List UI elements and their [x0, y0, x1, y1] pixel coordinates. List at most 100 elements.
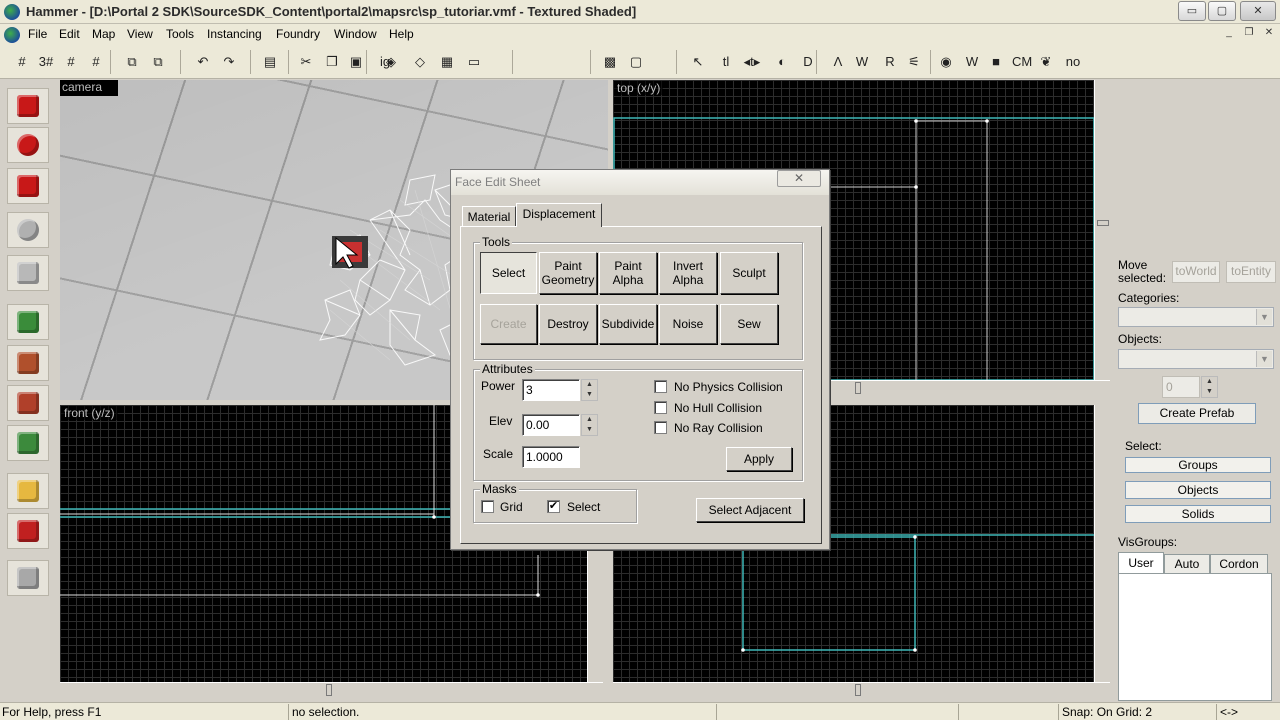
hide-items-icon[interactable]: ◈ [381, 52, 401, 72]
menu-map[interactable]: Map [92, 27, 115, 41]
create-prefab-button[interactable]: Create Prefab [1138, 403, 1256, 424]
copy-icon[interactable]: ❐ [322, 52, 342, 72]
grid-larger-icon[interactable]: # [86, 52, 106, 72]
blue-cube-icon[interactable]: ■ [986, 52, 1006, 72]
clipping-tool-button[interactable] [7, 473, 49, 509]
brush-icon[interactable]: ▭ [464, 52, 484, 72]
apply-button[interactable]: Apply [726, 447, 792, 471]
menu-edit[interactable]: Edit [59, 27, 80, 41]
grid-mask-checkbox[interactable] [481, 500, 494, 513]
cut-icon[interactable]: ✂ [296, 52, 316, 72]
menu-file[interactable]: File [28, 27, 47, 41]
document-icon[interactable] [4, 27, 20, 43]
elev-field[interactable]: 0.00 [522, 414, 580, 436]
check-problems-icon[interactable]: W [852, 52, 872, 72]
subdivide-button[interactable]: Subdivide [599, 304, 657, 344]
block-tool-button[interactable] [7, 255, 49, 291]
maximize-button[interactable]: ▢ [1208, 1, 1236, 21]
front-viewport-hscroll[interactable] [60, 682, 603, 698]
select-tool-button[interactable]: Select [480, 252, 537, 294]
side-viewport-hscroll[interactable] [613, 682, 1110, 698]
to-entity-button[interactable]: toEntity [1226, 261, 1276, 283]
scale-field[interactable]: 1.0000 [522, 446, 580, 468]
cordon-icon[interactable]: ⚟ [904, 52, 924, 72]
power-spinner[interactable]: ▲ ▼ [581, 379, 598, 401]
scale-texture-icon[interactable]: ◂t▸ [742, 52, 762, 72]
texture-lock-icon[interactable]: ▦ [437, 52, 457, 72]
invert-alpha-button[interactable]: Invert Alpha [659, 252, 717, 294]
path-tool-button[interactable] [7, 560, 49, 596]
grid-toggle-icon[interactable]: # [12, 52, 32, 72]
objects-dropdown[interactable]: ▼ [1118, 349, 1274, 369]
visgroups-tab-cordon[interactable]: Cordon [1210, 554, 1268, 574]
show-items-icon[interactable]: ◇ [410, 52, 430, 72]
decal-tool-button[interactable] [7, 385, 49, 421]
sew-button[interactable]: Sew [720, 304, 778, 344]
select-cursor-icon[interactable]: ↖ [688, 52, 708, 72]
visgroups-tab-auto[interactable]: Auto [1164, 554, 1210, 574]
paint-geometry-button[interactable]: Paint Geometry [539, 252, 597, 294]
paste-icon[interactable]: ▣ [346, 52, 366, 72]
elev-spinner[interactable]: ▲ ▼ [581, 414, 598, 436]
create-button[interactable]: Create [480, 304, 537, 344]
flip-icon[interactable]: ◐ [772, 52, 792, 72]
helpers-toggle-icon[interactable]: ▩ [600, 52, 620, 72]
wireframe-icon[interactable]: W [962, 52, 982, 72]
menu-instancing[interactable]: Instancing [207, 27, 262, 41]
undo-icon[interactable]: ↶ [193, 52, 213, 72]
sphere-icon[interactable]: ◉ [936, 52, 956, 72]
cm-text-icon[interactable]: CM [1012, 52, 1032, 72]
grid-smaller-icon[interactable]: # [61, 52, 81, 72]
no-hull-collision-checkbox[interactable] [654, 401, 667, 414]
texture-application-button[interactable] [7, 304, 49, 340]
menu-window[interactable]: Window [334, 27, 377, 41]
prefab-count-spinner[interactable]: ▲ ▼ [1201, 376, 1218, 398]
minimize-button[interactable]: ▭ [1178, 1, 1206, 21]
select-mask-checkbox[interactable]: ✔ [547, 500, 560, 513]
prefab-count-field[interactable]: 0 [1162, 376, 1200, 398]
menu-tools[interactable]: Tools [166, 27, 194, 41]
select-adjacent-button[interactable]: Select Adjacent [696, 498, 804, 522]
doc-minimize-button[interactable]: _ [1222, 26, 1236, 40]
groups-button[interactable]: Groups [1125, 457, 1271, 473]
tab-displacement[interactable]: Displacement [516, 203, 602, 227]
ungroup-icon[interactable]: ⧉ [148, 52, 168, 72]
doc-close-button[interactable]: ✕ [1262, 26, 1276, 40]
no-ray-collision-checkbox[interactable] [654, 421, 667, 434]
power-field[interactable]: 3 [522, 379, 580, 401]
top-viewport-vscroll[interactable] [1094, 80, 1110, 380]
dialog-close-button[interactable]: ✕ [777, 170, 821, 187]
solids-button[interactable]: Solids [1125, 505, 1271, 523]
carve-icon[interactable]: ▤ [260, 52, 280, 72]
sculpt-button[interactable]: Sculpt [720, 252, 778, 294]
selection-box-icon[interactable]: ▢ [626, 52, 646, 72]
overlay-tool-button[interactable] [7, 425, 49, 461]
no-physics-collision-checkbox[interactable] [654, 380, 667, 393]
categories-dropdown[interactable]: ▼ [1118, 307, 1274, 327]
selection-tool-button[interactable] [7, 88, 49, 124]
noise-button[interactable]: Noise [659, 304, 717, 344]
run-map-icon[interactable]: R [880, 52, 900, 72]
grid-3d-icon[interactable]: 3# [36, 52, 56, 72]
redo-icon[interactable]: ↷ [219, 52, 239, 72]
vertex-tool-icon[interactable]: Λ [828, 52, 848, 72]
to-world-button[interactable]: toWorld [1172, 261, 1220, 283]
leaf-icon[interactable]: ❦ [1036, 52, 1056, 72]
tab-material[interactable]: Material [462, 206, 516, 226]
texture-lock-text-icon[interactable]: tl [716, 52, 736, 72]
menu-help[interactable]: Help [389, 27, 414, 41]
group-icon[interactable]: ⧉ [122, 52, 142, 72]
destroy-button[interactable]: Destroy [539, 304, 597, 344]
visgroups-tab-user[interactable]: User [1118, 552, 1164, 574]
camera-tool-button[interactable] [7, 168, 49, 204]
menu-view[interactable]: View [127, 27, 153, 41]
no-draw-icon[interactable]: no [1063, 52, 1083, 72]
paint-alpha-button[interactable]: Paint Alpha [599, 252, 657, 294]
apply-texture-button[interactable] [7, 345, 49, 381]
objects-button[interactable]: Objects [1125, 481, 1271, 499]
magnify-tool-button[interactable] [7, 127, 49, 163]
vertex-tool-button[interactable] [7, 513, 49, 549]
menu-foundry[interactable]: Foundry [276, 27, 320, 41]
visgroups-list[interactable] [1118, 573, 1272, 701]
side-viewport-vscroll[interactable] [1094, 405, 1110, 682]
